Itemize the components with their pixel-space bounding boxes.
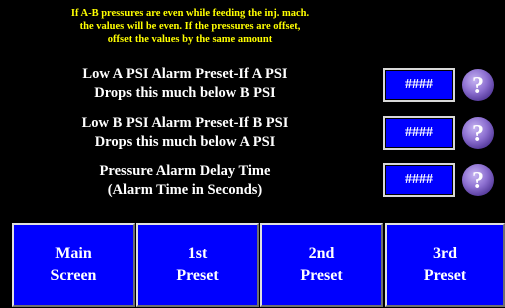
alarm-settings-screen: If A-B pressures are even while feeding … (0, 0, 505, 308)
main-screen-button[interactable]: Main Screen (12, 223, 135, 307)
svg-text:?: ? (472, 168, 484, 194)
second-preset-button[interactable]: 2nd Preset (260, 223, 383, 307)
question-mark-icon[interactable]: ? (460, 162, 496, 198)
svg-text:?: ? (472, 73, 484, 99)
low-b-psi-alarm-label: Low B PSI Alarm Preset-If B PSI Drops th… (81, 115, 289, 150)
third-preset-button[interactable]: 3rd Preset (385, 223, 505, 307)
question-mark-icon[interactable]: ? (460, 115, 496, 151)
info-note: If A-B pressures are even while feeding … (70, 8, 310, 45)
low-b-psi-alarm-value[interactable]: #### (383, 116, 455, 150)
svg-text:?: ? (472, 121, 484, 147)
question-mark-icon[interactable]: ? (460, 67, 496, 103)
low-a-psi-alarm-value[interactable]: #### (383, 68, 455, 102)
pressure-alarm-delay-value[interactable]: #### (383, 163, 455, 197)
first-preset-button[interactable]: 1st Preset (136, 223, 259, 307)
pressure-alarm-delay-label: Pressure Alarm Delay Time (Alarm Time in… (99, 163, 271, 198)
low-a-psi-alarm-label: Low A PSI Alarm Preset-If A PSI Drops th… (82, 66, 288, 101)
